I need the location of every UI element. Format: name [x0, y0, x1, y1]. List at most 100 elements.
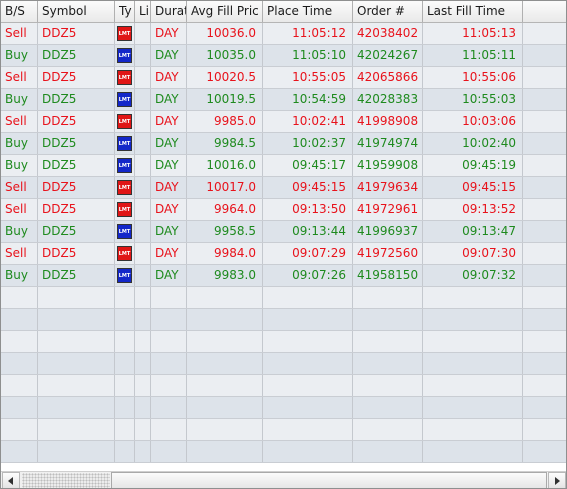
cell-symbol — [38, 331, 115, 352]
cell-place-time: 10:02:41 — [263, 111, 353, 132]
cell-avg-fill-price: 10035.0 — [187, 45, 263, 66]
cell-duration: DAY — [151, 177, 187, 198]
table-row[interactable]: Buy DDZ5 LMT DAY 10035.0 11:05:10 42024267 11:0… — [1, 45, 566, 67]
cell-bs: Sell — [1, 111, 38, 132]
cell-type: LMT — [115, 133, 135, 154]
cell-filler — [523, 177, 566, 198]
cell-duration — [151, 441, 187, 462]
cell-duration: DAY — [151, 243, 187, 264]
cell-avg-fill-price — [187, 397, 263, 418]
cell-duration: DAY — [151, 89, 187, 110]
cell-bs — [1, 397, 38, 418]
table-row[interactable]: Buy DDZ5 LMT DAY 9983.0 09:07:26 41958150 09:07… — [1, 265, 566, 287]
cell-limit — [135, 243, 151, 264]
empty-row — [1, 353, 566, 375]
cell-filler — [523, 155, 566, 176]
cell-bs: Buy — [1, 45, 38, 66]
column-header-symbol[interactable]: Symbol — [38, 1, 115, 22]
cell-order-no — [353, 375, 423, 396]
cell-last-fill-time: 09:07:32 — [423, 265, 523, 286]
cell-avg-fill-price: 9984.5 — [187, 133, 263, 154]
cell-limit — [135, 133, 151, 154]
cell-limit — [135, 23, 151, 44]
table-row[interactable]: Sell DDZ5 LMT DAY 10017.0 09:45:15 41979634 09:… — [1, 177, 566, 199]
scrollbar-thumb[interactable] — [111, 472, 547, 488]
cell-limit — [135, 375, 151, 396]
table-row[interactable]: Sell DDZ5 LMT DAY 9964.0 09:13:50 41972961 09:1… — [1, 199, 566, 221]
column-header-type[interactable]: Ty — [115, 1, 135, 22]
table-row[interactable]: Buy DDZ5 LMT DAY 9984.5 10:02:37 41974974 10:02… — [1, 133, 566, 155]
cell-place-time — [263, 419, 353, 440]
cell-place-time: 09:13:50 — [263, 199, 353, 220]
column-header-bs[interactable]: B/S — [1, 1, 38, 22]
empty-row — [1, 441, 566, 463]
column-header-avg-fill-price[interactable]: Avg Fill Pric — [187, 1, 263, 22]
cell-limit — [135, 309, 151, 330]
cell-filler — [523, 243, 566, 264]
cell-type — [115, 331, 135, 352]
cell-filler — [523, 375, 566, 396]
cell-limit — [135, 331, 151, 352]
cell-last-fill-time: 10:55:06 — [423, 67, 523, 88]
empty-row — [1, 309, 566, 331]
cell-type: LMT — [115, 23, 135, 44]
table-row[interactable]: Buy DDZ5 LMT DAY 10019.5 10:54:59 42028383 10:5… — [1, 89, 566, 111]
scroll-left-button[interactable] — [2, 472, 20, 488]
cell-bs: Sell — [1, 199, 38, 220]
cell-limit — [135, 111, 151, 132]
cell-type: LMT — [115, 155, 135, 176]
cell-avg-fill-price — [187, 309, 263, 330]
table-row[interactable]: Sell DDZ5 LMT DAY 9984.0 09:07:29 41972560 09:0… — [1, 243, 566, 265]
cell-last-fill-time: 10:55:03 — [423, 89, 523, 110]
cell-place-time — [263, 441, 353, 462]
cell-last-fill-time: 11:05:11 — [423, 45, 523, 66]
cell-duration: DAY — [151, 23, 187, 44]
cell-filler — [523, 265, 566, 286]
cell-limit — [135, 441, 151, 462]
cell-limit — [135, 199, 151, 220]
cell-place-time: 09:45:17 — [263, 155, 353, 176]
lmt-blue-icon: LMT — [117, 268, 132, 283]
cell-last-fill-time: 10:03:06 — [423, 111, 523, 132]
cell-symbol — [38, 441, 115, 462]
lmt-blue-icon: LMT — [117, 136, 132, 151]
table-row[interactable]: Buy DDZ5 LMT DAY 10016.0 09:45:17 41959908 09:4… — [1, 155, 566, 177]
cell-last-fill-time: 10:02:40 — [423, 133, 523, 154]
cell-symbol — [38, 353, 115, 374]
cell-bs: Buy — [1, 265, 38, 286]
cell-avg-fill-price — [187, 287, 263, 308]
cell-symbol: DDZ5 — [38, 265, 115, 286]
cell-place-time: 10:54:59 — [263, 89, 353, 110]
grid-body: Sell DDZ5 LMT DAY 10036.0 11:05:12 42038402 11:… — [1, 23, 566, 463]
cell-limit — [135, 67, 151, 88]
cell-last-fill-time: 09:13:47 — [423, 221, 523, 242]
cell-bs — [1, 441, 38, 462]
cell-last-fill-time — [423, 441, 523, 462]
cell-bs — [1, 309, 38, 330]
cell-filler — [523, 397, 566, 418]
cell-order-no: 41972560 — [353, 243, 423, 264]
cell-symbol: DDZ5 — [38, 111, 115, 132]
cell-order-no: 42024267 — [353, 45, 423, 66]
column-header-limit[interactable]: Li — [135, 1, 151, 22]
column-header-place-time[interactable]: Place Time — [263, 1, 353, 22]
cell-symbol: DDZ5 — [38, 155, 115, 176]
horizontal-scrollbar[interactable] — [1, 471, 566, 488]
table-row[interactable]: Sell DDZ5 LMT DAY 10036.0 11:05:12 42038402 11:… — [1, 23, 566, 45]
column-header-order-number[interactable]: Order # — [353, 1, 423, 22]
cell-place-time — [263, 287, 353, 308]
cell-last-fill-time — [423, 331, 523, 352]
scrollbar-track[interactable] — [22, 473, 110, 488]
cell-type: LMT — [115, 221, 135, 242]
table-row[interactable]: Sell DDZ5 LMT DAY 10020.5 10:55:05 42065866 10:… — [1, 67, 566, 89]
cell-bs: Sell — [1, 177, 38, 198]
table-row[interactable]: Sell DDZ5 LMT DAY 9985.0 10:02:41 41998908 10:0… — [1, 111, 566, 133]
cell-avg-fill-price: 9964.0 — [187, 199, 263, 220]
cell-type — [115, 397, 135, 418]
table-row[interactable]: Buy DDZ5 LMT DAY 9958.5 09:13:44 41996937 09:13… — [1, 221, 566, 243]
column-header-duration[interactable]: Durat — [151, 1, 187, 22]
cell-limit — [135, 89, 151, 110]
cell-symbol: DDZ5 — [38, 133, 115, 154]
column-header-last-fill-time[interactable]: Last Fill Time — [423, 1, 523, 22]
scroll-right-button[interactable] — [548, 472, 566, 488]
